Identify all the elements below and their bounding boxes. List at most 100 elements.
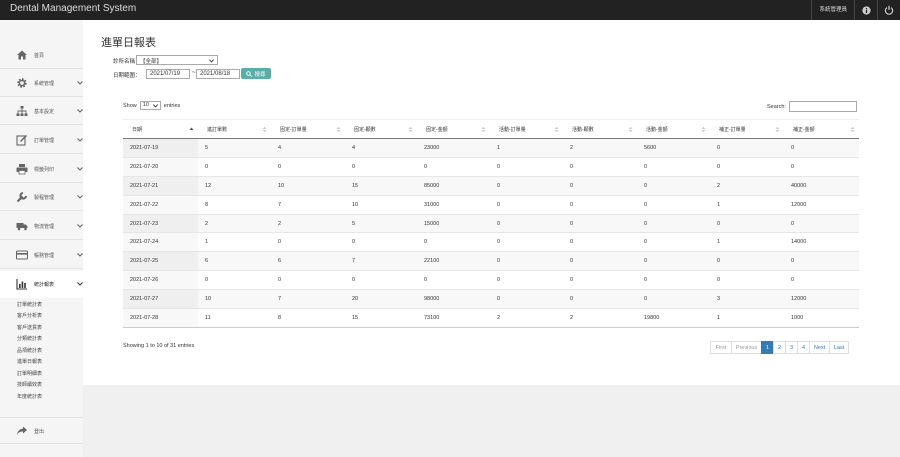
sidebar-item-accounting[interactable]: 帳務管理 — [0, 242, 83, 269]
table-cell-date: 2021-07-23 — [123, 213, 198, 233]
submenu-item[interactable]: 訂單統計表 — [17, 301, 42, 308]
daily-order-table: 日期 進訂單數 固定-訂單量 固定-顆數 固定-金額 活動-訂單量 活動-顆數 … — [123, 119, 859, 328]
sidebar-item-home[interactable]: 首頁 — [0, 42, 83, 69]
sidebar-item-orders[interactable]: 訂單管理 — [0, 127, 83, 154]
pagination-previous[interactable]: Previous — [731, 341, 762, 354]
column-header[interactable]: 活動-金額 — [637, 119, 710, 139]
table-cell: 0 — [490, 194, 563, 215]
table-cell: 0 — [784, 251, 859, 271]
table-cell: 4 — [345, 138, 417, 158]
home-icon — [17, 50, 27, 60]
clinic-select[interactable]: 【全部】 — [136, 55, 218, 65]
sidebar-item-reports[interactable]: 統計報表 — [0, 271, 83, 298]
table-cell: 0 — [490, 289, 563, 309]
table-cell: 0 — [271, 270, 345, 290]
power-button[interactable] — [877, 0, 900, 20]
table-row: 2021-07-19 5 4 4 23000 1 2 5600 0 0 — [123, 138, 859, 158]
table-cell: 0 — [490, 175, 563, 196]
page-size-select[interactable]: 10 — [139, 101, 161, 110]
table-cell: 0 — [784, 270, 859, 290]
table-cell: 0 — [490, 156, 563, 177]
sort-icon — [262, 126, 267, 133]
table-cell: 1 — [198, 232, 271, 252]
date-to-input[interactable]: 2021/08/18 — [196, 69, 240, 79]
table-cell: 73100 — [417, 308, 490, 328]
submenu-item[interactable]: 技師續效表 — [17, 381, 42, 388]
search-label: Search: — [767, 103, 786, 110]
table-cell: 2 — [198, 213, 271, 233]
table-row: 2021-07-26 0 0 0 0 0 0 0 0 0 — [123, 270, 859, 290]
pagination: First Previous 1 2 3 4 Next Last — [710, 341, 849, 354]
table-cell-date: 2021-07-24 — [123, 232, 198, 252]
chevron-down-icon — [152, 104, 158, 108]
table-cell: 0 — [271, 232, 345, 252]
table-cell: 1 — [710, 194, 784, 215]
table-cell: 19800 — [637, 308, 710, 328]
column-header-date[interactable]: 日期 — [123, 119, 198, 139]
column-header[interactable]: 固定-金額 — [417, 119, 490, 139]
page-title: 進單日報表 — [101, 37, 156, 49]
column-header[interactable]: 活動-訂單量 — [490, 119, 563, 139]
table-cell: 0 — [563, 251, 637, 271]
app-title[interactable]: Dental Management System — [10, 3, 136, 14]
pagination-last[interactable]: Last — [829, 341, 849, 354]
submenu-item[interactable]: 訂單明細表 — [17, 370, 42, 377]
sidebar-item-logistics[interactable]: 物流管理 — [0, 213, 83, 240]
table-cell-date: 2021-07-20 — [123, 156, 198, 177]
table-cell-date: 2021-07-21 — [123, 175, 198, 196]
table-cell: 22100 — [417, 251, 490, 271]
sidebar-item-label: 首頁 — [34, 53, 45, 59]
date-from-input[interactable]: 2021/07/19 — [146, 69, 190, 79]
table-cell: 0 — [637, 232, 710, 252]
sidebar-item-logout[interactable]: 登出 — [0, 417, 83, 444]
table-cell: 4 — [271, 138, 345, 158]
main-content: 進單日報表 診所名稱： 【全部】 日期範圍： 2021/07/19 ~ 2021… — [83, 20, 900, 385]
info-button[interactable] — [854, 0, 877, 20]
column-header[interactable]: 補正-金額 — [784, 119, 859, 139]
pagination-next[interactable]: Next — [809, 341, 830, 354]
sidebar-item-process[interactable]: 製程管理 — [0, 184, 83, 211]
table-cell: 0 — [637, 194, 710, 215]
page-size-value: 10 — [142, 102, 149, 108]
table-cell: 0 — [784, 138, 859, 158]
user-menu[interactable]: 系統管理員 — [811, 0, 854, 20]
sidebar-item-system[interactable]: 系統管理 — [0, 70, 83, 97]
column-header[interactable]: 進訂單數 — [198, 119, 271, 139]
table-search: Search: — [767, 101, 857, 112]
table-cell: 0 — [490, 213, 563, 233]
sidebar-item-label: 系統管理 — [34, 81, 55, 87]
submenu-item[interactable]: 年度統計表 — [17, 393, 42, 400]
table-cell: 0 — [345, 232, 417, 252]
edit-icon — [16, 135, 27, 146]
sort-icon — [775, 126, 780, 133]
search-input[interactable] — [788, 101, 857, 112]
printer-icon — [16, 164, 28, 175]
sidebar-item-basic-settings[interactable]: 基本設定 — [0, 98, 83, 125]
table-cell: 40000 — [784, 175, 859, 196]
submenu-item[interactable]: 分類統計表 — [17, 335, 42, 342]
table-cell: 0 — [490, 251, 563, 271]
pagination-first[interactable]: First — [710, 341, 732, 354]
sidebar-item-label: 登出 — [34, 429, 45, 435]
table-cell: 0 — [417, 270, 490, 290]
column-header[interactable]: 補正-訂單量 — [710, 119, 784, 139]
sidebar-item-label: 標籤列印 — [34, 167, 55, 173]
chevron-down-icon — [209, 59, 214, 63]
table-cell: 0 — [637, 213, 710, 233]
search-button[interactable]: 搜尋 — [241, 68, 271, 79]
top-navbar: Dental Management System 系統管理員 — [0, 0, 900, 20]
submenu-item[interactable]: 品項統計表 — [17, 347, 42, 354]
table-cell: 12000 — [784, 289, 859, 309]
truck-icon — [16, 223, 28, 231]
column-header[interactable]: 固定-顆數 — [345, 119, 417, 139]
submenu-item[interactable]: 客戶分析表 — [17, 312, 42, 319]
column-header[interactable]: 活動-顆數 — [563, 119, 637, 139]
column-header[interactable]: 固定-訂單量 — [271, 119, 345, 139]
submenu-item[interactable]: 客戶送貨表 — [17, 324, 42, 331]
sidebar-item-label: 訂單管理 — [34, 138, 55, 144]
table-info: Showing 1 to 10 of 31 entries — [123, 343, 195, 349]
sidebar-item-label-print[interactable]: 標籤列印 — [0, 156, 83, 183]
sort-icon — [701, 126, 706, 133]
table-cell: 85000 — [417, 175, 490, 196]
submenu-item[interactable]: 進單日報表 — [17, 358, 42, 365]
